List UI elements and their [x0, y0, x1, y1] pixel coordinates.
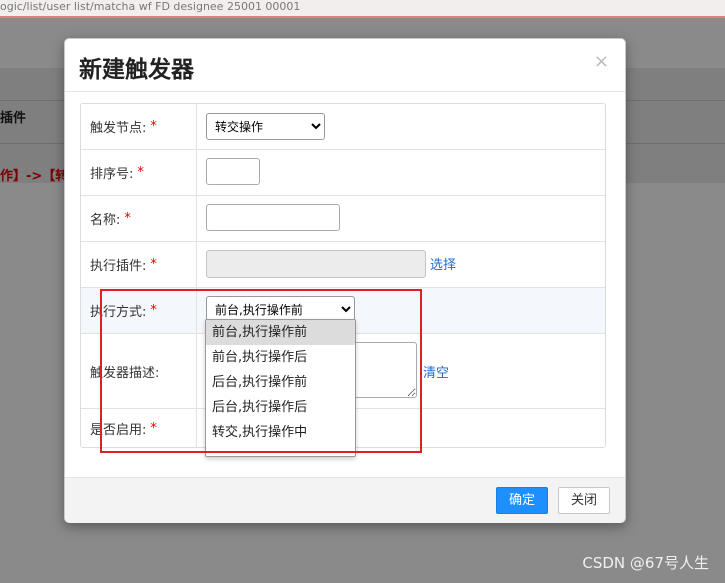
name-input[interactable]: [206, 204, 340, 231]
dropdown-option[interactable]: 前台,执行操作前: [206, 320, 355, 345]
required-mark: *: [150, 257, 157, 272]
plugin-field: 选择: [197, 242, 605, 287]
required-mark: *: [150, 303, 157, 318]
row-name: 名称: *: [81, 196, 605, 242]
dropdown-option[interactable]: 转交,执行操作中: [206, 420, 355, 445]
label-text: 触发节点:: [90, 121, 147, 136]
background-url-text: ogic/list/user list/matcha wf FD designe…: [0, 0, 301, 13]
label-text: 执行方式:: [90, 305, 147, 320]
label-text: 触发器描述:: [90, 365, 160, 381]
row-plugin: 执行插件: * 选择: [81, 242, 605, 288]
dialog-title: 新建触发器: [79, 57, 194, 83]
sort-no-field: [197, 150, 605, 195]
trigger-node-select[interactable]: 转交操作: [206, 113, 325, 140]
dropdown-option[interactable]: 前台,执行操作后: [206, 345, 355, 370]
label-text: 执行插件:: [90, 259, 147, 274]
required-mark: *: [137, 165, 144, 180]
row-trigger-node: 触发节点: * 转交操作: [81, 104, 605, 150]
required-mark: *: [150, 119, 157, 134]
sort-no-input[interactable]: [206, 158, 260, 185]
dropdown-option[interactable]: 后台,执行操作前: [206, 370, 355, 395]
close-button[interactable]: 关闭: [558, 487, 610, 514]
clear-description-link[interactable]: 清空: [423, 362, 449, 381]
label-text: 是否启用:: [90, 422, 147, 438]
plugin-label: 执行插件: *: [81, 242, 197, 287]
dialog-footer: 确定 关闭: [65, 477, 625, 523]
background-column-header: 插件: [0, 111, 27, 126]
plugin-input: [206, 250, 426, 278]
exec-mode-label: 执行方式: *: [81, 288, 197, 333]
row-sort-no: 排序号: *: [81, 150, 605, 196]
sort-no-label: 排序号: *: [81, 150, 197, 195]
enabled-label: 是否启用: *: [81, 409, 197, 447]
required-mark: *: [124, 211, 131, 226]
trigger-node-label: 触发节点: *: [81, 104, 197, 149]
exec-mode-dropdown: 前台,执行操作前 前台,执行操作后 后台,执行操作前 后台,执行操作后 转交,执…: [205, 319, 356, 457]
background-red-text: 作】->【转: [0, 169, 69, 184]
description-label: 触发器描述:: [81, 334, 197, 408]
label-text: 排序号:: [90, 167, 134, 182]
name-field: [197, 196, 605, 241]
confirm-button[interactable]: 确定: [496, 487, 548, 514]
dropdown-option[interactable]: 后台,执行操作后: [206, 395, 355, 420]
watermark: CSDN @67号人生: [582, 554, 709, 572]
name-label: 名称: *: [81, 196, 197, 241]
select-plugin-link[interactable]: 选择: [430, 254, 456, 273]
required-mark: *: [150, 420, 157, 436]
background-url-bar: ogic/list/user list/matcha wf FD designe…: [0, 0, 725, 18]
trigger-node-field: 转交操作: [197, 104, 605, 149]
close-icon[interactable]: ×: [594, 51, 609, 72]
label-text: 名称:: [90, 213, 121, 228]
